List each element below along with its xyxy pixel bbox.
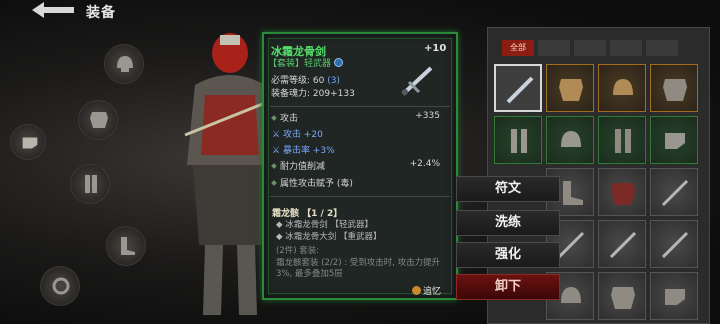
- slot-gloves[interactable]: [10, 124, 46, 160]
- required-level-value: 60: [312, 76, 325, 86]
- page-title: 装备: [86, 5, 116, 21]
- soul-power-row: 装备魂力: 209+133: [271, 86, 355, 99]
- set-bonus-desc: 霜龙骸套装 (2/2) : 受到攻击时, 攻击力提升3%, 最多叠加5层: [276, 258, 441, 279]
- ring-icon: [52, 277, 70, 295]
- slot-armor[interactable]: [78, 100, 118, 140]
- set-bonus-header: (2件) 套装:: [276, 246, 320, 256]
- required-level-extra: (3): [327, 76, 340, 86]
- bullet-icon: [271, 180, 277, 186]
- equipment-screen: 装备 冰霜龙骨剑 +10 【套装】轻武器 必需等级: 60 (3) 装备魂力: …: [0, 0, 720, 324]
- inventory-item[interactable]: [650, 220, 698, 268]
- recall-label: 追忆: [423, 287, 442, 297]
- attribute-name: 耐力值削减: [280, 162, 326, 172]
- helmet-icon: [117, 56, 133, 72]
- armor-icon: [559, 79, 583, 101]
- armor-icon: [611, 183, 635, 205]
- greaves-icon: [85, 175, 97, 193]
- inventory-item[interactable]: [650, 168, 698, 216]
- set-item: ◆ 冰霜龙骨剑 【轻武器】: [276, 220, 373, 230]
- attribute-row: ⚔ 暴击率 +3%: [272, 143, 440, 156]
- set-item-label: 冰霜龙骨剑 【轻武器】: [285, 220, 373, 230]
- divider: [270, 196, 450, 197]
- attribute-name: 攻击: [280, 114, 299, 124]
- soul-power-value: 209+133: [312, 89, 355, 99]
- slot-accessory[interactable]: [40, 266, 80, 306]
- bullet-icon: [271, 115, 277, 121]
- slot-boots[interactable]: [106, 226, 146, 266]
- rune-button[interactable]: 符文: [456, 176, 560, 202]
- sword-small-icon: ⚔: [272, 130, 283, 140]
- attribute-row: 耐力值削减 +2.4%: [271, 159, 440, 172]
- sword-icon: [661, 231, 689, 259]
- item-type-label: 【套装】轻武器: [268, 59, 332, 69]
- armor-icon: [90, 112, 108, 128]
- inventory-item[interactable]: [598, 220, 646, 268]
- sword-small-icon: ⚔: [272, 146, 283, 156]
- tab-filter[interactable]: [574, 40, 606, 56]
- attribute-value: +335: [415, 111, 440, 121]
- tab-filter[interactable]: [646, 40, 678, 56]
- slot-legs[interactable]: [70, 164, 110, 204]
- attribute-name: 暴击率 +3%: [282, 146, 335, 156]
- recall-button[interactable]: 追忆: [412, 284, 441, 297]
- inventory-item[interactable]: [546, 116, 594, 164]
- attribute-value: +2.4%: [409, 159, 440, 169]
- recall-icon: [412, 286, 421, 295]
- boots-icon: [121, 237, 135, 255]
- gauntlet-icon: [665, 133, 685, 149]
- inventory-item[interactable]: [598, 64, 646, 112]
- set-item: ◆ 冰霜龙骨大剑 【重武器】: [276, 232, 382, 242]
- attribute-row: 属性攻击赋予 (毒): [271, 176, 440, 189]
- soul-power-label: 装备魂力:: [271, 89, 311, 99]
- armor-icon: [611, 287, 635, 309]
- tab-all[interactable]: 全部: [502, 40, 534, 56]
- required-level-label: 必需等级:: [271, 76, 311, 86]
- armor-icon: [663, 79, 687, 101]
- inventory-item[interactable]: [494, 116, 542, 164]
- tab-filter[interactable]: [538, 40, 570, 56]
- slot-helmet[interactable]: [104, 44, 144, 84]
- helmet-icon: [613, 79, 633, 95]
- required-level-row: 必需等级: 60 (3): [271, 73, 340, 86]
- inventory-item[interactable]: [598, 272, 646, 320]
- greaves-icon: [511, 129, 527, 153]
- sword-icon: [609, 231, 637, 259]
- inventory-item[interactable]: [650, 116, 698, 164]
- inventory-item[interactable]: [598, 168, 646, 216]
- back-button[interactable]: [30, 0, 76, 20]
- enhance-button[interactable]: 强化: [456, 242, 560, 268]
- tab-filter[interactable]: [610, 40, 642, 56]
- inventory-item[interactable]: [598, 116, 646, 164]
- gauntlet-icon: [665, 289, 685, 305]
- set-item-label: 冰霜龙骨大剑 【重武器】: [285, 232, 382, 242]
- item-enhance-level: +10: [424, 43, 447, 54]
- attribute-row: 攻击 +335: [271, 111, 440, 124]
- sword-icon: [401, 66, 433, 96]
- greaves-icon: [615, 129, 631, 153]
- unequip-button[interactable]: 卸下: [456, 274, 560, 300]
- inventory-item[interactable]: [546, 64, 594, 112]
- attribute-name: 属性攻击赋予 (毒): [280, 179, 353, 189]
- set-badge-icon: [334, 58, 344, 67]
- attribute-name: 攻击 +20: [282, 130, 323, 140]
- back-arrow-icon: [32, 2, 74, 18]
- divider: [270, 106, 450, 107]
- gauntlet-icon: [22, 137, 38, 149]
- bullet-icon: [271, 163, 277, 169]
- wash-button[interactable]: 洗练: [456, 210, 560, 236]
- attribute-row: ⚔ 攻击 +20: [272, 127, 440, 140]
- inventory-item[interactable]: [650, 272, 698, 320]
- inventory-item-selected[interactable]: [494, 64, 542, 112]
- helmet-icon: [561, 131, 581, 147]
- sword-icon: [506, 76, 534, 104]
- item-type: 【套装】轻武器: [268, 56, 344, 69]
- sword-icon: [661, 179, 689, 207]
- inventory-item[interactable]: [650, 64, 698, 112]
